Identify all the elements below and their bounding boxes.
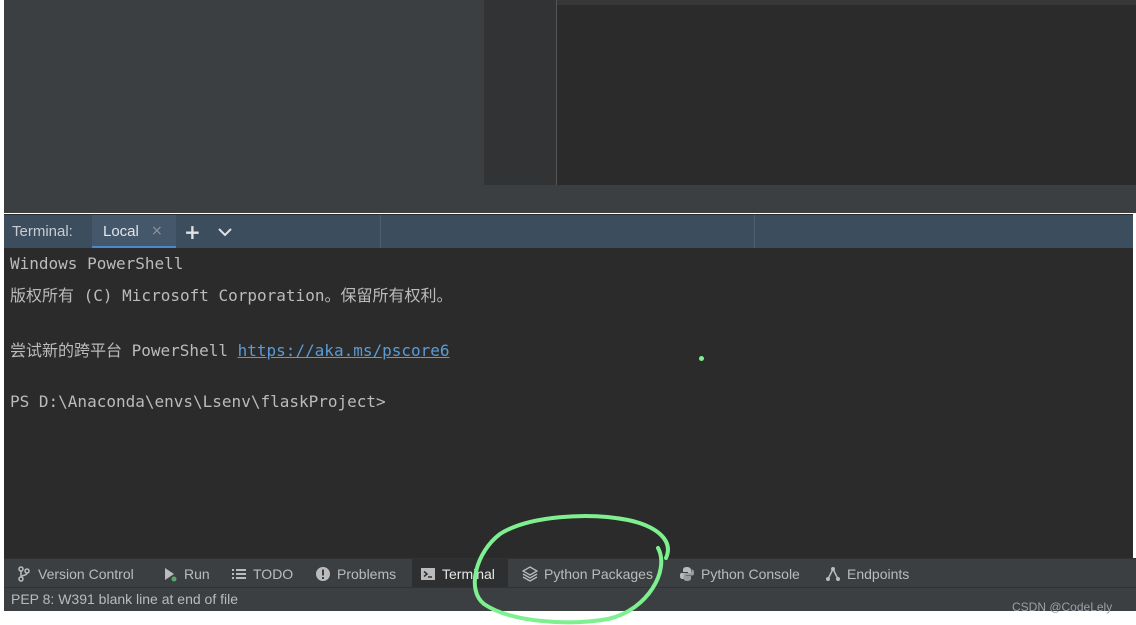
status-message[interactable]: PEP 8: W391 blank line at end of file xyxy=(11,591,238,607)
tool-problems[interactable]: Problems xyxy=(315,559,396,588)
tool-label: Python Console xyxy=(701,565,800,582)
chevron-down-icon[interactable] xyxy=(215,222,235,242)
tool-python-console[interactable]: Python Console xyxy=(679,559,800,588)
tool-label: Run xyxy=(184,565,210,582)
tool-label: Python Packages xyxy=(544,565,653,582)
ide-window: Terminal: Local × + Windows PowerShell 版… xyxy=(0,0,1136,625)
pscore-link[interactable]: https://aka.ms/pscore6 xyxy=(238,341,450,360)
warning-circle-icon xyxy=(316,566,330,581)
tool-todo[interactable]: TODO xyxy=(231,559,293,588)
close-icon[interactable]: × xyxy=(151,223,163,239)
terminal-text: 尝试新的跨平台 PowerShell xyxy=(10,341,238,360)
tool-label: Endpoints xyxy=(847,565,910,582)
tool-label: Terminal xyxy=(442,565,495,582)
terminal-tab-local[interactable]: Local × xyxy=(92,215,176,249)
watermark: CSDN @CodeLely xyxy=(1012,600,1113,614)
terminal-prompt: PS D:\Anaconda\envs\Lsenv\flaskProject> xyxy=(10,392,386,411)
new-terminal-button[interactable]: + xyxy=(184,220,201,244)
tool-python-packages[interactable]: Python Packages xyxy=(522,559,653,588)
header-divider xyxy=(380,215,381,249)
editor-bottom-panel xyxy=(484,185,1136,213)
terminal-line: 尝试新的跨平台 PowerShell https://aka.ms/pscore… xyxy=(10,337,450,361)
terminal-output[interactable]: Windows PowerShell 版权所有 (C) Microsoft Co… xyxy=(4,248,1133,558)
layers-icon xyxy=(522,565,538,582)
tool-label: Version Control xyxy=(38,565,134,582)
code-editor[interactable] xyxy=(557,0,1136,185)
tool-terminal[interactable]: Terminal xyxy=(412,559,508,588)
terminal-header-title: Terminal: xyxy=(12,223,73,240)
tool-label: TODO xyxy=(253,565,294,582)
list-icon xyxy=(232,568,246,579)
editor-gutter xyxy=(484,0,556,185)
tool-endpoints[interactable]: Endpoints xyxy=(825,559,909,588)
annotation-dot xyxy=(699,356,704,361)
tool-run[interactable]: Run xyxy=(162,559,210,588)
terminal-tab-label: Local xyxy=(103,223,139,240)
status-bar: PEP 8: W391 blank line at end of file xyxy=(4,587,1136,612)
tool-version-control[interactable]: Version Control xyxy=(16,559,134,588)
endpoints-icon xyxy=(826,566,840,581)
tool-window-bar: Version Control Run TODO Problems Termin… xyxy=(4,558,1136,588)
header-divider xyxy=(754,215,755,249)
tool-label: Problems xyxy=(337,565,397,582)
branch-icon xyxy=(18,565,30,582)
terminal-icon xyxy=(421,567,435,580)
terminal-header: Terminal: Local × + xyxy=(4,214,1133,249)
run-icon xyxy=(165,567,177,581)
terminal-line: 版权所有 (C) Microsoft Corporation。保留所有权利。 xyxy=(10,286,453,305)
python-icon xyxy=(680,566,694,581)
image-bottom-margin xyxy=(0,611,1136,625)
terminal-line: Windows PowerShell xyxy=(10,254,184,273)
editor-top-border xyxy=(557,0,1136,5)
project-panel[interactable] xyxy=(4,0,484,213)
